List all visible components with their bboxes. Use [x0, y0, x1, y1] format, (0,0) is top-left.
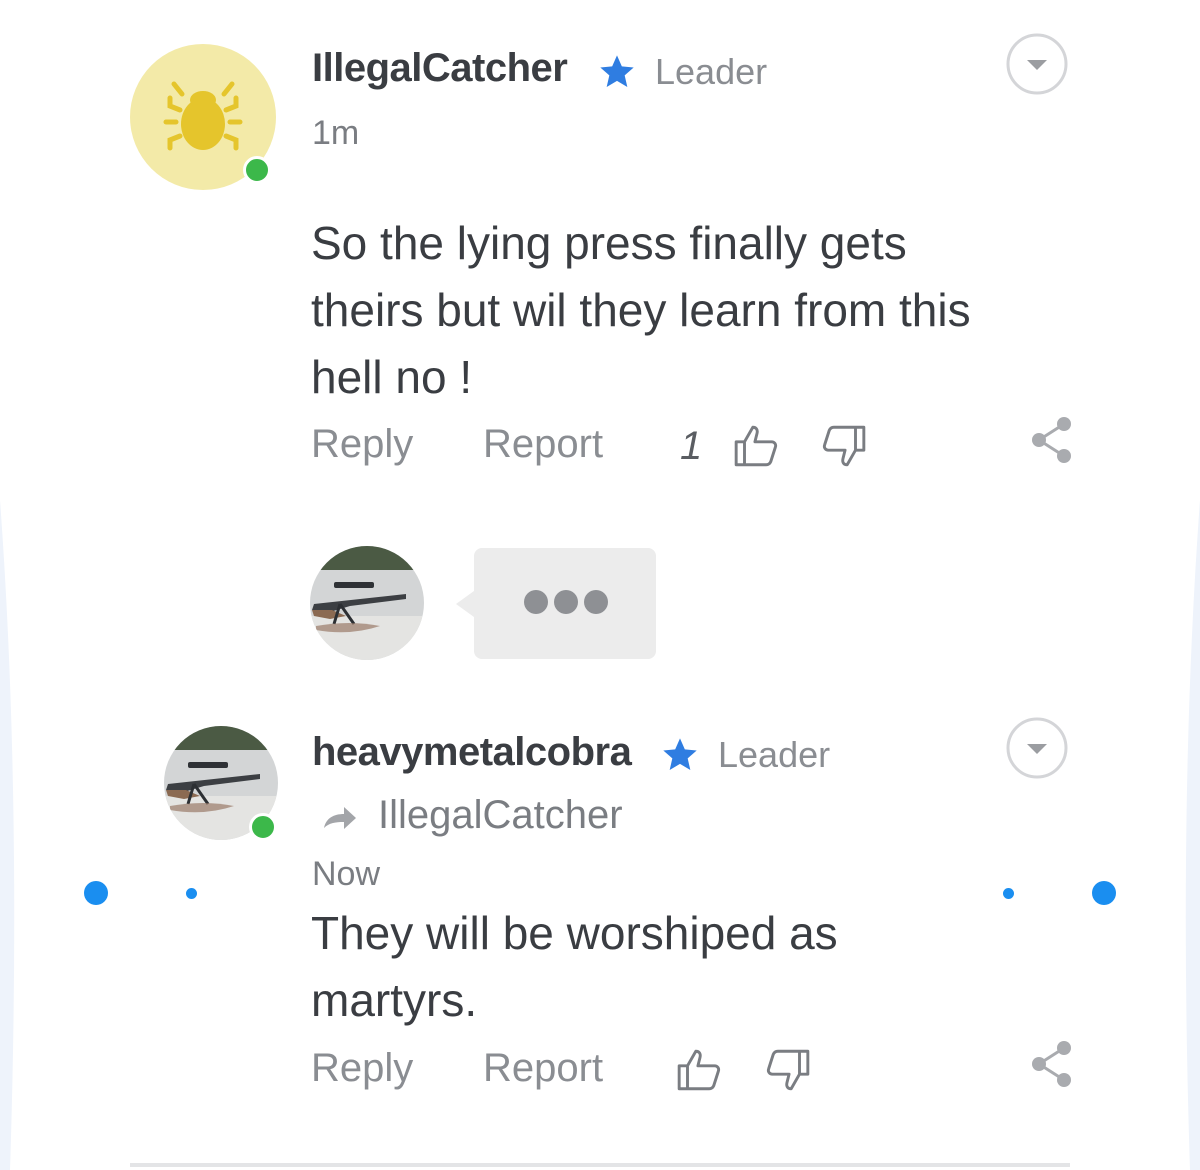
comment-body: They will be worshiped as martyrs.	[311, 900, 838, 1034]
rank-badge: Leader	[718, 734, 831, 775]
selection-handle-right[interactable]	[1092, 881, 1116, 905]
share-icon[interactable]	[1030, 1040, 1074, 1088]
typing-user-avatar[interactable]	[310, 546, 424, 660]
thumbs-down-icon[interactable]	[818, 421, 868, 471]
comment-body-line: They will be worshiped as	[311, 907, 838, 959]
rifle-photo	[310, 546, 424, 660]
thumbs-up-icon[interactable]	[732, 421, 782, 471]
comment-username[interactable]: IllegalCatcher	[312, 46, 568, 91]
comment-timestamp: Now	[312, 855, 381, 893]
reply-button[interactable]: Reply	[311, 422, 413, 467]
reply-to-username[interactable]: IllegalCatcher	[378, 793, 623, 838]
thumbs-up-icon[interactable]	[675, 1045, 725, 1095]
comment-divider	[130, 1163, 1070, 1167]
report-button[interactable]: Report	[483, 1046, 603, 1091]
chevron-down-icon[interactable]	[1005, 32, 1069, 96]
rank-badge: Leader	[655, 51, 768, 92]
comment-username[interactable]: heavymetalcobra	[312, 730, 632, 775]
selection-handle-left[interactable]	[84, 881, 108, 905]
comment-body-line: theirs but wil they learn from this	[311, 284, 971, 336]
like-count: 1	[680, 424, 703, 468]
ellipsis-icon	[474, 548, 656, 659]
share-icon[interactable]	[1030, 416, 1074, 464]
selection-handle-right-small	[1003, 888, 1014, 899]
comment-timestamp: 1m	[312, 114, 360, 152]
typing-bubble-tail	[456, 591, 474, 617]
selection-handle-left-small	[186, 888, 197, 899]
reply-arrow-icon	[324, 807, 356, 829]
star-icon	[663, 738, 697, 770]
thumbs-down-icon[interactable]	[762, 1045, 812, 1095]
online-status-dot	[249, 813, 277, 841]
comment-body-line: martyrs.	[311, 974, 478, 1026]
chevron-down-icon[interactable]	[1005, 716, 1069, 780]
comment-body: So the lying press finally gets theirs b…	[311, 210, 971, 411]
reply-button[interactable]: Reply	[311, 1046, 413, 1091]
comment-body-line: hell no !	[311, 351, 473, 403]
report-button[interactable]: Report	[483, 422, 603, 467]
comment-body-line: So the lying press finally gets	[311, 217, 907, 269]
star-icon	[600, 55, 634, 87]
online-status-dot	[243, 156, 271, 184]
